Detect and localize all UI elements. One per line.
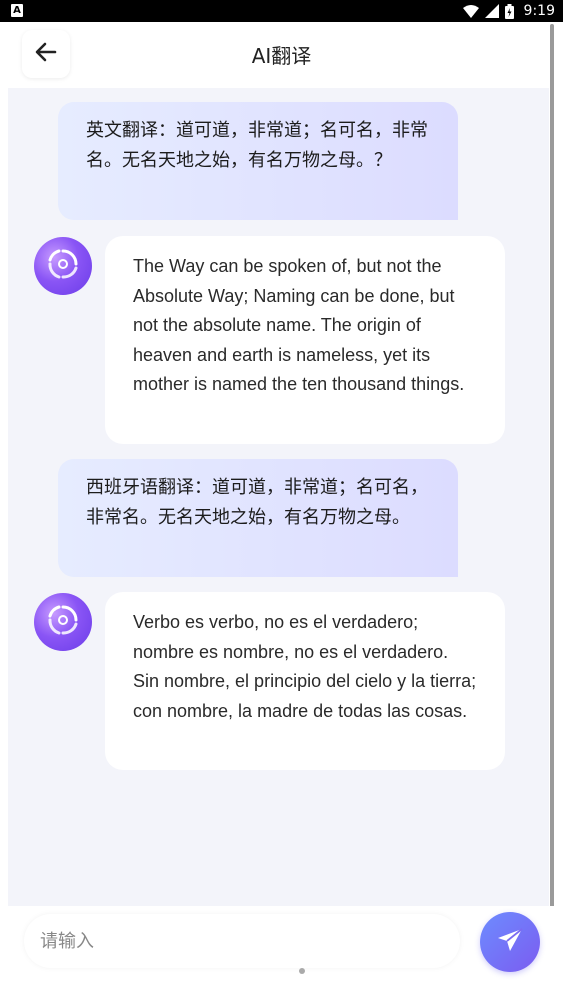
ai-message-bubble: The Way can be spoken of, but not the Ab… bbox=[105, 236, 505, 444]
ai-message-text: Verbo es verbo, no es el verdadero; nomb… bbox=[133, 612, 477, 721]
paper-plane-icon bbox=[496, 926, 524, 958]
ai-swirl-icon bbox=[45, 602, 81, 642]
ai-swirl-icon bbox=[45, 246, 81, 286]
battery-icon bbox=[504, 3, 514, 19]
user-message-bubble: 英文翻译：道可道，非常道；名可名，非常名。无名天地之始，有名万物之母。？ bbox=[58, 102, 458, 220]
signal-icon bbox=[484, 4, 499, 18]
header: AI翻译 bbox=[0, 22, 563, 88]
page-title: AI翻译 bbox=[251, 44, 312, 68]
screen: A 9:19 AI翻译 英文翻译：道可道，非常道；名可名，非常名。无名天地之始，… bbox=[0, 0, 563, 1002]
message-input[interactable] bbox=[24, 914, 460, 968]
ai-message-text: The Way can be spoken of, but not the Ab… bbox=[133, 256, 465, 395]
app-notification-icon: A bbox=[11, 4, 23, 17]
send-button[interactable] bbox=[480, 912, 540, 972]
scrollbar[interactable] bbox=[550, 24, 554, 914]
status-right-group: 9:19 bbox=[462, 0, 555, 22]
ai-avatar bbox=[34, 237, 92, 295]
input-bar bbox=[0, 906, 563, 1002]
wifi-icon bbox=[462, 4, 479, 18]
chat-area[interactable]: 英文翻译：道可道，非常道；名可名，非常名。无名天地之始，有名万物之母。？ The… bbox=[8, 88, 549, 906]
home-indicator bbox=[299, 968, 305, 974]
user-message-bubble: 西班牙语翻译：道可道，非常道；名可名，非常名。无名天地之始，有名万物之母。 bbox=[58, 459, 458, 577]
ai-message-bubble: Verbo es verbo, no es el verdadero; nomb… bbox=[105, 592, 505, 770]
status-time: 9:19 bbox=[523, 3, 555, 19]
user-message-text: 英文翻译：道可道，非常道；名可名，非常名。无名天地之始，有名万物之母。？ bbox=[86, 120, 428, 171]
user-message-text: 西班牙语翻译：道可道，非常道；名可名，非常名。无名天地之始，有名万物之母。 bbox=[86, 477, 428, 528]
ai-avatar bbox=[34, 593, 92, 651]
status-bar: A 9:19 bbox=[0, 0, 563, 22]
